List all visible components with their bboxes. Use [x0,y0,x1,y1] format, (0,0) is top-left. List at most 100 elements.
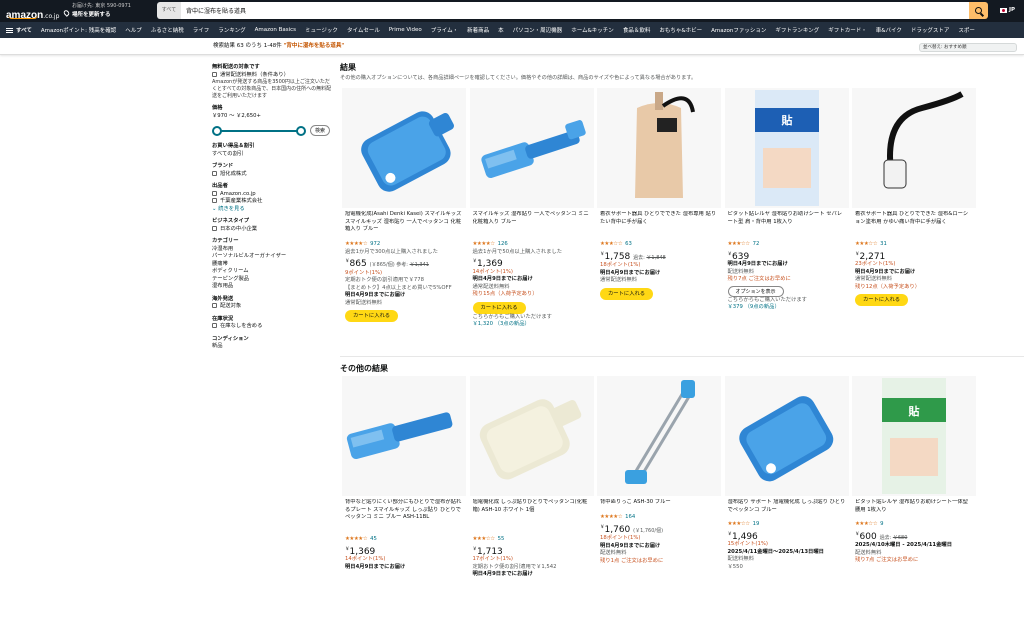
product-title-link[interactable]: 旭電機化成 しっぷ貼りひとりでペッタンコ(化粧箱) ASH-10 ホワイト 1個 [473,499,591,536]
product-title-link[interactable]: ピタット貼レルヤ 湿布貼りお助けシート セパレート型 肩・背中用 1枚入り [728,211,846,241]
product-image[interactable] [342,376,466,496]
category-link[interactable]: テーピング製品 [212,276,334,284]
nav-item[interactable]: ギフトランキング [775,26,819,34]
nav-item[interactable]: 車&バイク [876,26,902,34]
product-image[interactable] [852,88,976,208]
nav-item[interactable]: ランキング [218,26,245,34]
review-count[interactable]: 63 [625,241,632,247]
add-to-cart-button[interactable]: カートに入れる [345,310,399,322]
product-title-link[interactable]: 着衣サポート器具 ひとりでできた 湿布専用 貼りたい背中に手が届く [600,211,718,241]
product-image[interactable] [597,88,721,208]
checkbox[interactable] [212,71,217,77]
product-image[interactable] [469,376,594,496]
product-image[interactable]: 貼 [724,88,849,208]
review-count[interactable]: 972 [370,241,380,247]
price[interactable]: ￥1,369 [473,258,591,269]
filter-brand[interactable]: 旭化成株式 [212,170,334,179]
other-offers-link[interactable]: ￥379 （9点の新品） [728,304,846,312]
product-title-link[interactable]: ピタット貼レルヤ 湿布貼りお助けシート一体型 腰用 1枚入り [855,499,973,521]
price[interactable]: ￥2,271 [855,251,973,262]
product-card[interactable]: 旭電機化成 しっぷ貼りひとりでペッタンコ(化粧箱) ASH-10 ホワイト 1個… [469,376,594,641]
rating-stars[interactable]: ★★★☆☆ [728,241,751,247]
rating-stars[interactable]: ★★★★☆ [600,514,623,520]
rating-stars[interactable]: ★★★★☆ [345,536,368,542]
search-category-select[interactable]: すべて [157,2,181,19]
search-button[interactable] [969,2,988,19]
review-count[interactable]: 72 [753,241,760,247]
add-to-cart-button[interactable]: カートに入れる [472,301,526,314]
see-more-link[interactable]: ⌄ 続きを見る [212,206,334,214]
checkbox[interactable] [212,323,217,328]
nav-item[interactable]: パソコン・周辺機器 [513,26,563,34]
rating-stars[interactable]: ★★★★☆ [473,241,496,247]
filter-stock[interactable]: 在庫なしを含める [212,323,334,331]
filter-business[interactable]: 日本の中小企業 [212,225,334,234]
checkbox[interactable] [212,170,217,176]
language-selector[interactable]: JP [1000,7,1015,13]
review-count[interactable]: 9 [880,521,883,527]
price[interactable]: ￥1,760 (￥1,760/個) [600,524,718,536]
nav-item[interactable]: ホーム&キッチン [571,26,614,34]
product-title-link[interactable]: 着衣サポート器具 ひとりでできた 湿布&ローション塗布用 かゆい痛い背中に手が届… [855,211,973,241]
product-card[interactable]: 貼 ピタット貼レルヤ 湿布貼りお助けシート一体型 腰用 1枚入り ★★★☆☆ 9 … [852,376,976,641]
add-to-cart-button[interactable]: カートに入れる [600,287,654,300]
review-count[interactable]: 31 [880,241,887,247]
deliver-to[interactable]: お届け先: 東京 590-0971 場所を更新する [62,0,150,22]
review-count[interactable]: 126 [498,241,508,247]
nav-item[interactable]: Amazonファッション [711,26,766,34]
review-count[interactable]: 19 [753,521,760,527]
rating-stars[interactable]: ★★★☆☆ [473,536,496,542]
search-input[interactable] [181,2,969,19]
product-image[interactable]: 貼 [852,376,976,496]
nav-item[interactable]: おもちゃ&ホビー [659,26,702,34]
filter-intl-shipping[interactable]: 配送対象 [212,303,334,311]
nav-item[interactable]: 食品＆飲料 [623,26,651,34]
product-card[interactable]: 背中など貼りにくい部分にもひとりで湿布が貼れるプレート スマイルキッズ しっぷ貼… [342,376,466,641]
see-options-button[interactable]: オプションを表示 [727,285,784,297]
rating-stars[interactable]: ★★★☆☆ [855,241,878,247]
category-link[interactable]: 湿布用品 [212,283,334,291]
sort-dropdown[interactable]: 並べ替え: おすすめ順 [919,43,1017,52]
condition-link[interactable]: 新品 [212,343,334,351]
product-image[interactable] [724,376,849,496]
nav-item[interactable]: スポー [958,26,975,34]
rating-stars[interactable]: ★★★☆☆ [728,521,751,527]
nav-item[interactable]: ふるさと納税 [151,26,184,34]
category-link[interactable]: 冷湿布用 [212,246,334,254]
nav-item[interactable]: ヘルプ [125,26,142,34]
nav-all-menu[interactable]: すべて [6,26,32,34]
category-link[interactable]: ボディクリーム [212,268,334,276]
product-title-link[interactable]: 背中ぬりっこ ASH-30 ブルー [600,499,718,514]
nav-item[interactable]: Prime Video [389,27,422,33]
nav-item[interactable]: ライフ [193,26,210,34]
price[interactable]: ￥1,758 過去: ￥1,848 [600,251,718,263]
nav-item[interactable]: ギフトカード・ [828,26,867,34]
price[interactable]: ￥865 (￥865/個) 参考: ￥1,341 [345,258,463,270]
product-card[interactable]: 着衣サポート器具 ひとりでできた 湿布専用 貼りたい背中に手が届く ★★★☆☆ 6… [597,88,721,353]
nav-item[interactable]: Amazonポイント: 残高を確認 [41,26,116,34]
add-to-cart-button[interactable]: カートに入れる [855,294,909,306]
price[interactable]: ￥1,369 [345,546,463,557]
product-image[interactable] [597,376,721,496]
product-title-link[interactable]: 旭電機化成(Asahi Denki Kasei) スマイルキッズ スマイルキッズ… [345,211,463,241]
price-slider[interactable]: 検索 [212,124,334,138]
filter-deals-link[interactable]: すべての割引 [212,151,334,159]
other-offers-link[interactable]: ￥1,320 （3点の新品） [473,321,591,329]
nav-item[interactable]: Amazon Basics [255,27,296,33]
checkbox[interactable] [212,303,217,308]
product-card[interactable]: 湿布貼り サポート 旭電機化成 しっぷ貼り ひとりでペッタンコ ブルー ★★★☆… [724,376,849,641]
nav-item[interactable]: ミュージック [305,26,338,34]
category-link[interactable]: パーソナルビルオーガナイザー [212,253,334,261]
product-image[interactable] [469,88,594,208]
product-title-link[interactable]: スマイルキッズ 湿布貼り 一人でペッタンコ ミニ 化粧箱入り ブルー [473,211,591,241]
slider-max-handle[interactable] [296,126,306,136]
nav-item[interactable]: 本 [498,26,504,34]
nav-item[interactable]: 新着商品 [467,26,489,34]
product-card[interactable]: 着衣サポート器具 ひとりでできた 湿布&ローション塗布用 かゆい痛い背中に手が届… [852,88,976,353]
checkbox[interactable] [212,190,217,196]
price[interactable]: ￥1,496 [728,531,846,542]
product-card[interactable]: 貼 ピタット貼レルヤ 湿布貼りお助けシート セパレート型 肩・背中用 1枚入り … [724,88,849,353]
rating-stars[interactable]: ★★★★☆ [345,241,368,247]
checkbox[interactable] [212,198,217,203]
product-title-link[interactable]: 背中など貼りにくい部分にもひとりで湿布が貼れるプレート スマイルキッズ しっぷ貼… [345,499,463,536]
